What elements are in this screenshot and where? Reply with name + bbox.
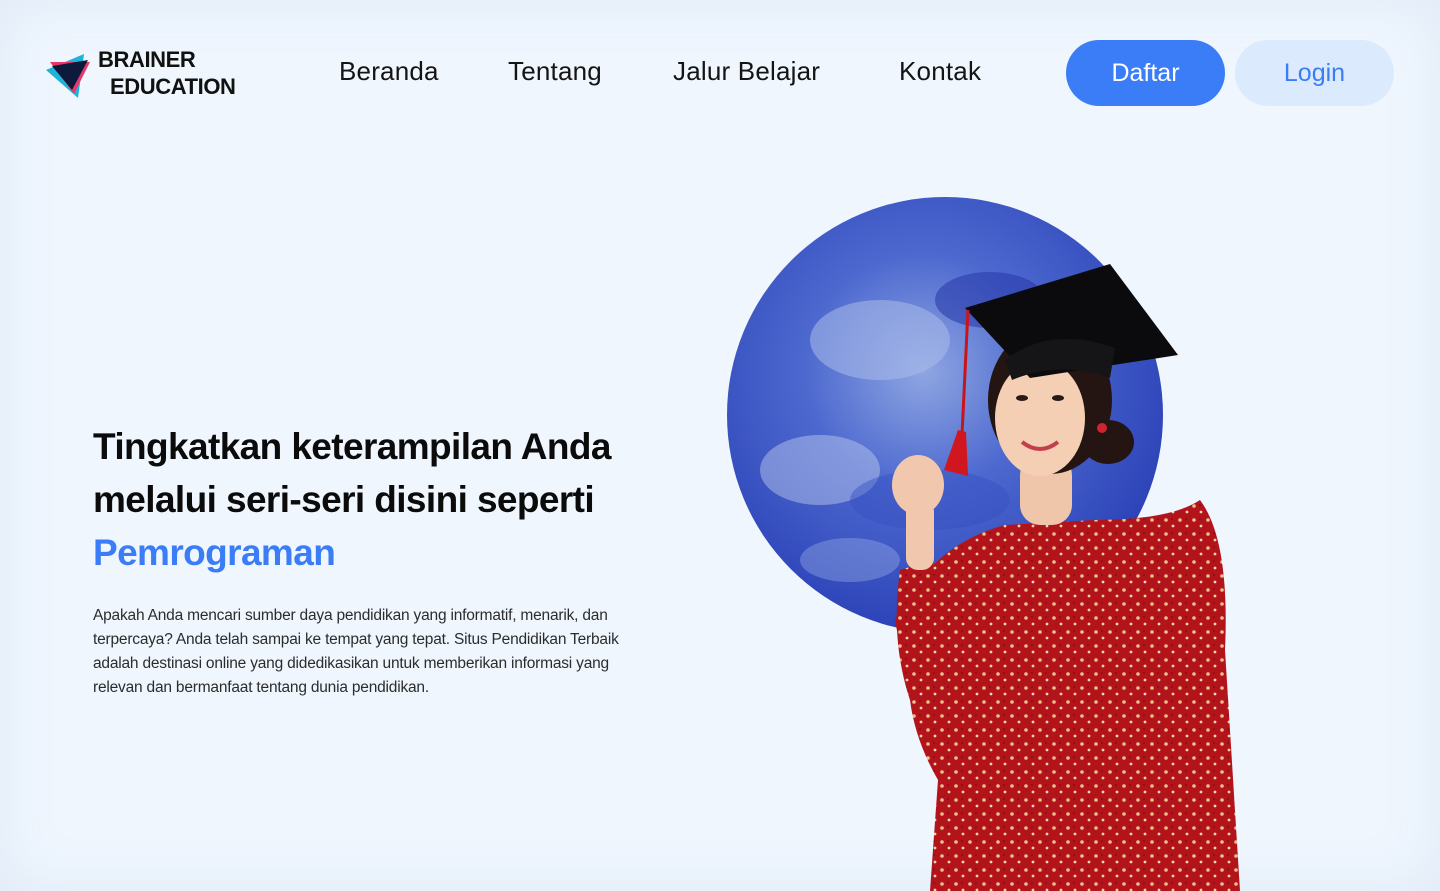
hero-description: Apakah Anda mencari sumber daya pendidik… [93,607,619,696]
brand-name-line1: BRAINER [98,47,196,72]
nav-link-tentang[interactable]: Tentang [508,56,602,87]
nav-link-kontak[interactable]: Kontak [899,56,981,87]
register-button[interactable]: Daftar [1066,40,1225,106]
landing-page: BRAINER EDUCATION Beranda Tentang Jalur … [0,0,1440,891]
hero-headline: Tingkatkan keterampilan Anda melalui ser… [93,420,693,579]
hero-image [727,197,1240,891]
brand-logo[interactable]: BRAINER EDUCATION [44,44,254,102]
hero-headline-accent: Pemrograman [93,532,336,573]
brand-name: BRAINER EDUCATION [98,46,236,100]
hero-headline-line2: melalui seri-seri disini seperti [93,479,595,520]
logo-icon [46,54,90,98]
nav-link-beranda[interactable]: Beranda [339,56,439,87]
brand-name-line2: EDUCATION [110,74,236,99]
login-button[interactable]: Login [1235,40,1394,106]
hero-headline-line1: Tingkatkan keterampilan Anda [93,426,611,467]
nav-link-jalur-belajar[interactable]: Jalur Belajar [673,56,820,87]
